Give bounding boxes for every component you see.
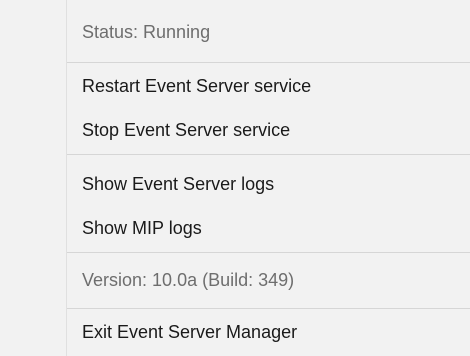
menu-separator (67, 252, 470, 253)
stop-service-item[interactable]: Stop Event Server service (67, 112, 470, 148)
restart-service-item[interactable]: Restart Event Server service (67, 68, 470, 104)
version-item: Version: 10.0a (Build: 349) (82, 270, 295, 290)
menu-separator (67, 62, 470, 63)
menu-icon-gutter (0, 0, 66, 356)
context-menu: Status: Running Restart Event Server ser… (0, 0, 470, 356)
show-event-server-logs-item[interactable]: Show Event Server logs (67, 166, 470, 202)
menu-separator (67, 154, 470, 155)
show-mip-logs-item[interactable]: Show MIP logs (67, 210, 470, 246)
menu-separator (67, 308, 470, 309)
menu-items: Status: Running Restart Event Server ser… (67, 0, 470, 356)
status-item: Status: Running (82, 22, 211, 42)
exit-manager-item[interactable]: Exit Event Server Manager (67, 314, 470, 350)
